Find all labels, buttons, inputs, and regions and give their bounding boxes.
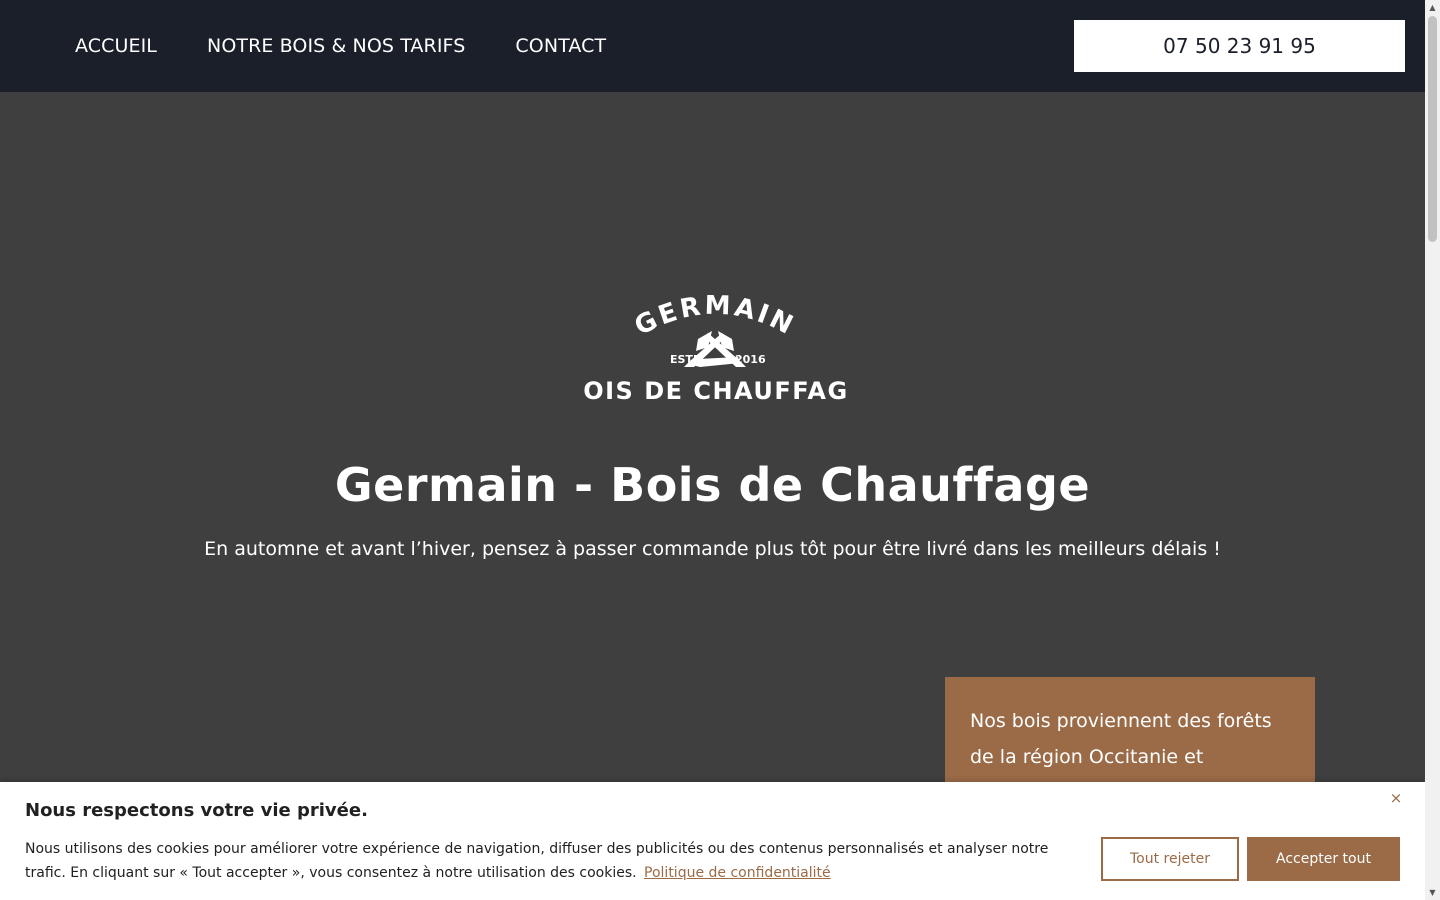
close-icon[interactable]: ×: [1387, 789, 1405, 807]
hero-subtitle: En automne et avant l’hiver, pensez à pa…: [204, 538, 1221, 560]
main-nav: ACCUEIL NOTRE BOIS & NOS TARIFS CONTACT: [75, 0, 656, 92]
phone-button[interactable]: 07 50 23 91 95: [1074, 20, 1405, 72]
logo-estd: ESTD: [670, 353, 702, 366]
scroll-thumb[interactable]: [1428, 16, 1437, 242]
logo-top-text: GERMAIN: [630, 295, 800, 342]
cookie-banner: Nous respectons votre vie privée. × Nous…: [0, 782, 1425, 900]
brand-logo: GERMAIN ESTD 2016 BOIS DE CHAUFFAGE: [580, 295, 850, 405]
privacy-policy-link[interactable]: Politique de confidentialité: [644, 865, 831, 881]
nav-link-bois-tarifs[interactable]: NOTRE BOIS & NOS TARIFS: [207, 35, 465, 57]
origin-info-card: Nos bois proviennent des forêts de la ré…: [945, 677, 1315, 787]
nav-link-accueil[interactable]: ACCUEIL: [75, 35, 157, 57]
page-scrollbar[interactable]: ▲ ▼: [1425, 0, 1440, 900]
logo-bottom-text: BOIS DE CHAUFFAGE: [580, 377, 850, 405]
reject-all-button[interactable]: Tout rejeter: [1101, 837, 1239, 881]
page-title: Germain - Bois de Chauffage: [334, 458, 1091, 512]
accept-all-button[interactable]: Accepter tout: [1247, 837, 1400, 881]
top-navigation-bar: ACCUEIL NOTRE BOIS & NOS TARIFS CONTACT …: [0, 0, 1425, 92]
scroll-down-arrow-icon[interactable]: ▼: [1425, 885, 1440, 900]
nav-link-contact[interactable]: CONTACT: [515, 35, 606, 57]
origin-info-text: Nos bois proviennent des forêts de la ré…: [970, 710, 1272, 768]
logo-year: 2016: [735, 353, 766, 366]
cookie-title: Nous respectons votre vie privée.: [25, 800, 368, 821]
scroll-up-arrow-icon[interactable]: ▲: [1425, 0, 1440, 15]
cookie-description-text: Nous utilisons des cookies pour améliore…: [25, 841, 1049, 881]
cookie-description: Nous utilisons des cookies pour améliore…: [25, 837, 1065, 885]
